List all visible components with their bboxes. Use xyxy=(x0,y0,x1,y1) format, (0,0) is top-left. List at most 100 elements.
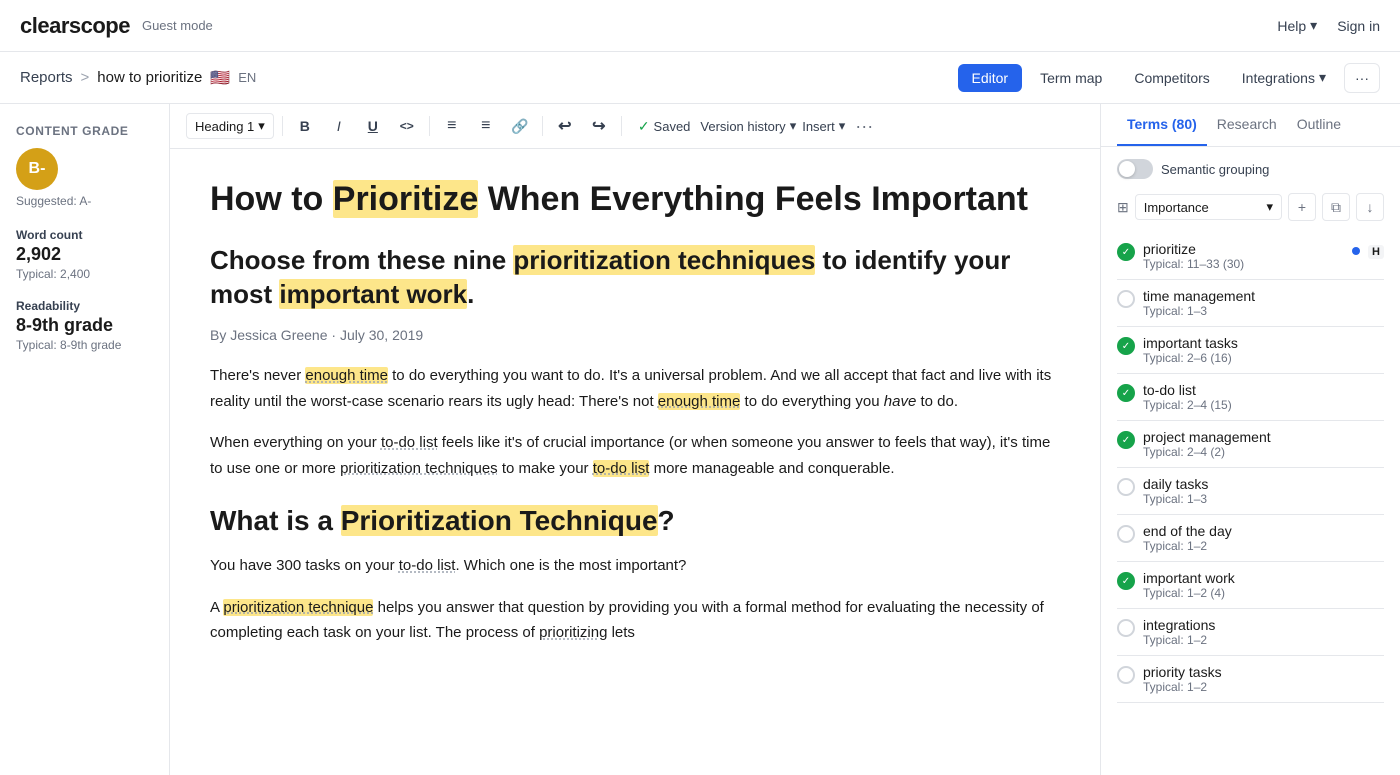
guest-mode-label: Guest mode xyxy=(142,18,213,33)
add-term-button[interactable]: + xyxy=(1288,193,1316,221)
article-paragraph-2: When everything on your to-do list feels… xyxy=(210,430,1060,481)
term-check-integrations[interactable] xyxy=(1117,619,1135,637)
heading-select[interactable]: Heading 1 ▾ xyxy=(186,113,274,139)
breadcrumb-bar: Reports > how to prioritize 🇺🇸 EN Editor… xyxy=(0,52,1400,104)
code-button[interactable]: <> xyxy=(393,112,421,140)
check-icon: ✓ xyxy=(638,118,650,135)
bold-button[interactable]: B xyxy=(291,112,319,140)
toggle-knob xyxy=(1119,161,1135,177)
right-sidebar-tabs: Terms (80) Research Outline xyxy=(1101,104,1400,147)
term-name-project-management: project management xyxy=(1143,429,1384,445)
editor-toolbar: Heading 1 ▾ B I U <> ≡ ≡ 🔗 ↩ ↪ ✓ Saved V… xyxy=(170,104,1100,149)
term-info-todo-list: to-do list Typical: 2–4 (15) xyxy=(1143,382,1384,412)
term-info-important-work: important work Typical: 1–2 (4) xyxy=(1143,570,1384,600)
term-check-daily-tasks[interactable] xyxy=(1117,478,1135,496)
h2-highlight-prioritization-techniques: prioritization techniques xyxy=(513,245,815,275)
sign-in-button[interactable]: Sign in xyxy=(1337,18,1380,34)
highlight-todo-list-2: to-do list xyxy=(593,460,650,477)
tab-competitors[interactable]: Competitors xyxy=(1120,64,1223,92)
chevron-down-icon: ▾ xyxy=(1319,69,1326,86)
nav-left: clearscope Guest mode xyxy=(20,13,213,39)
term-item-prioritize: ✓ prioritize Typical: 11–33 (30) H xyxy=(1117,233,1384,280)
toolbar-more-button[interactable]: ··· xyxy=(855,116,873,137)
term-check-important-tasks[interactable]: ✓ xyxy=(1117,337,1135,355)
term-typical-integrations: Typical: 1–2 xyxy=(1143,633,1384,647)
article-h3-what-is: What is a Prioritization Technique? xyxy=(210,505,1060,537)
term-prioritization-techniques: prioritization techniques xyxy=(340,460,498,477)
term-typical-priority-tasks: Typical: 1–2 xyxy=(1143,680,1384,694)
term-typical-prioritize: Typical: 11–33 (30) xyxy=(1143,257,1344,271)
logo: clearscope xyxy=(20,13,130,39)
article-title: How to Prioritize When Everything Feels … xyxy=(210,179,1060,220)
language-label: EN xyxy=(238,70,256,85)
highlight-prioritization-technique-2: prioritization technique xyxy=(223,599,373,616)
word-count-value: 2,902 xyxy=(16,244,153,265)
term-todo-list-3: to-do list xyxy=(399,557,456,574)
term-check-time-management[interactable] xyxy=(1117,290,1135,308)
term-name-time-management: time management xyxy=(1143,288,1384,304)
copy-terms-button[interactable]: ⧉ xyxy=(1322,193,1350,221)
reports-link[interactable]: Reports xyxy=(20,69,73,86)
redo-button[interactable]: ↪ xyxy=(585,112,613,140)
term-name-todo-list: to-do list xyxy=(1143,382,1384,398)
tab-editor[interactable]: Editor xyxy=(958,64,1023,92)
toolbar-separator-4 xyxy=(621,116,622,136)
term-typical-end-of-day: Typical: 1–2 xyxy=(1143,539,1384,553)
term-typical-todo-list: Typical: 2–4 (15) xyxy=(1143,398,1384,412)
tab-research[interactable]: Research xyxy=(1207,104,1287,146)
h3-highlight-prioritization-technique: Prioritization Technique xyxy=(341,505,658,536)
tab-term-map[interactable]: Term map xyxy=(1026,64,1116,92)
ordered-list-button[interactable]: ≡ xyxy=(472,112,500,140)
term-info-priority-tasks: priority tasks Typical: 1–2 xyxy=(1143,664,1384,694)
tab-integrations[interactable]: Integrations ▾ xyxy=(1228,63,1340,92)
bullet-list-button[interactable]: ≡ xyxy=(438,112,466,140)
term-check-project-management[interactable]: ✓ xyxy=(1117,431,1135,449)
term-typical-project-management: Typical: 2–4 (2) xyxy=(1143,445,1384,459)
article-paragraph-1: There's never enough time to do everythi… xyxy=(210,363,1060,414)
term-check-important-work[interactable]: ✓ xyxy=(1117,572,1135,590)
more-options-button[interactable]: ··· xyxy=(1344,63,1380,93)
editor-area: Heading 1 ▾ B I U <> ≡ ≡ 🔗 ↩ ↪ ✓ Saved V… xyxy=(170,104,1100,775)
check-icon: ✓ xyxy=(1122,435,1130,446)
term-info-important-tasks: important tasks Typical: 2–6 (16) xyxy=(1143,335,1384,365)
readability-typical: Typical: 8-9th grade xyxy=(16,338,153,352)
semantic-grouping-toggle[interactable] xyxy=(1117,159,1153,179)
tab-outline[interactable]: Outline xyxy=(1287,104,1351,146)
chevron-down-icon: ▾ xyxy=(790,118,797,134)
terms-toolbar: ⊞ Importance ▾ + ⧉ ↓ xyxy=(1117,193,1384,221)
italic-button[interactable]: I xyxy=(325,112,353,140)
undo-button[interactable]: ↩ xyxy=(551,112,579,140)
check-icon: ✓ xyxy=(1122,388,1130,399)
editor-content[interactable]: How to Prioritize When Everything Feels … xyxy=(170,149,1100,775)
help-button[interactable]: Help ▾ xyxy=(1277,17,1317,34)
term-typical-important-work: Typical: 1–2 (4) xyxy=(1143,586,1384,600)
term-name-priority-tasks: priority tasks xyxy=(1143,664,1384,680)
sort-select[interactable]: Importance ▾ xyxy=(1135,194,1282,220)
link-button[interactable]: 🔗 xyxy=(506,112,534,140)
right-sidebar: Terms (80) Research Outline Semantic gro… xyxy=(1100,104,1400,775)
version-history-label: Version history xyxy=(700,119,785,134)
article-h2-techniques: Choose from these nine prioritization te… xyxy=(210,244,1060,312)
term-check-todo-list[interactable]: ✓ xyxy=(1117,384,1135,402)
article-paragraph-3: You have 300 tasks on your to-do list. W… xyxy=(210,553,1060,579)
term-check-priority-tasks[interactable] xyxy=(1117,666,1135,684)
check-icon: ✓ xyxy=(1122,247,1130,258)
suggested-label: Suggested: A- xyxy=(16,194,153,208)
tab-terms[interactable]: Terms (80) xyxy=(1117,104,1207,146)
breadcrumb-separator: > xyxy=(81,69,90,86)
term-typical-important-tasks: Typical: 2–6 (16) xyxy=(1143,351,1384,365)
term-todo-list-1: to-do list xyxy=(381,434,438,451)
semantic-grouping-label: Semantic grouping xyxy=(1161,162,1269,177)
download-terms-button[interactable]: ↓ xyxy=(1356,193,1384,221)
content-grade-label: Content grade xyxy=(16,124,153,138)
underline-button[interactable]: U xyxy=(359,112,387,140)
title-highlight-prioritize: Prioritize xyxy=(333,180,478,218)
term-item-end-of-day: end of the day Typical: 1–2 xyxy=(1117,515,1384,562)
insert-button[interactable]: Insert ▾ xyxy=(802,118,845,134)
term-check-prioritize[interactable]: ✓ xyxy=(1117,243,1135,261)
term-check-end-of-day[interactable] xyxy=(1117,525,1135,543)
version-history-button[interactable]: Version history ▾ xyxy=(700,118,796,134)
chevron-down-icon: ▾ xyxy=(258,118,265,134)
breadcrumb: Reports > how to prioritize 🇺🇸 EN xyxy=(20,68,256,88)
insert-label: Insert xyxy=(802,119,835,134)
